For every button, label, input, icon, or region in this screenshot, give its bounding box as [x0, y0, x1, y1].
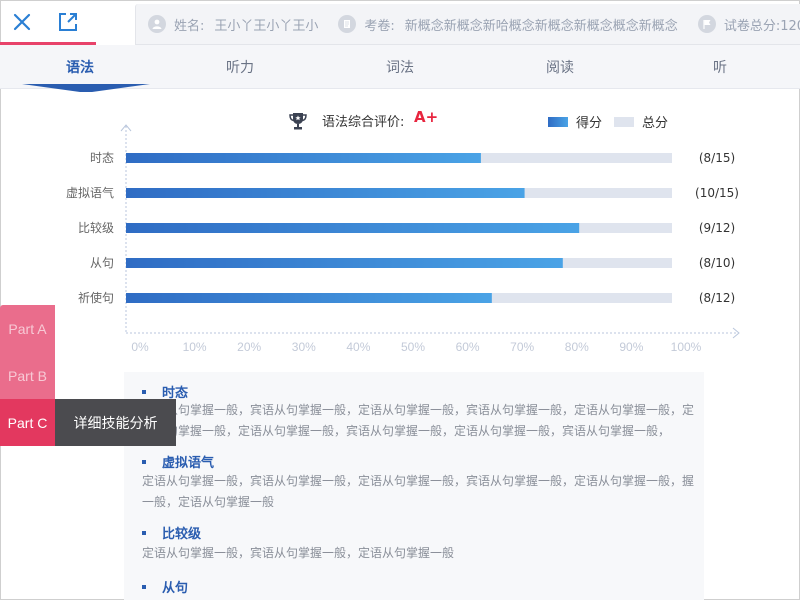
bullet-icon [142, 530, 146, 535]
category-label: 比较级 [78, 220, 114, 235]
x-tick-label: 80% [565, 340, 589, 354]
x-tick-label: 70% [510, 340, 534, 354]
part-c-button[interactable]: Part C [0, 399, 55, 446]
detail-title: 从句 [142, 577, 188, 596]
bar-score [126, 258, 563, 268]
detail-text: 定语从句掌握一般，宾语从句掌握一般，定语从句掌握一般，宾语从句掌握一般，定语从句… [142, 474, 695, 509]
x-tick-label: 50% [401, 340, 425, 354]
category-label: 虚拟语气 [66, 185, 114, 200]
part-rail: Part A Part B Part C [0, 305, 55, 446]
skill-details-panel: 时态 定语从句掌握一般，宾语从句掌握一般，定语从句掌握一般，宾语从句掌握一般，定… [124, 372, 704, 600]
category-label: 时态 [90, 151, 114, 165]
value-label: (8/15) [699, 151, 735, 165]
detail-title: 虚拟语气 [142, 452, 214, 471]
x-tick-label: 90% [619, 340, 643, 354]
grammar-bar-chart: 时态 (8/15) 虚拟语气 (10/15) 比较级 (9/12) 从句 (8/10) 祈使句 (… [66, 124, 740, 354]
x-tick-label: 20% [237, 340, 261, 354]
part-c-tooltip: 详细技能分析 [55, 399, 176, 446]
x-tick-label: 10% [183, 340, 207, 354]
detail-title: 比较级 [142, 523, 201, 542]
part-a-button[interactable]: Part A [0, 305, 55, 352]
bullet-icon [142, 389, 146, 394]
value-label: (10/15) [695, 186, 739, 200]
detail-title-text: 虚拟语气 [162, 456, 215, 471]
detail-title-text: 比较级 [162, 527, 202, 542]
x-tick-label: 30% [292, 340, 316, 354]
bar-score [126, 153, 481, 163]
value-label: (8/10) [699, 256, 735, 270]
part-b-button[interactable]: Part B [0, 352, 55, 399]
value-label: (8/12) [699, 291, 735, 305]
bar-score [126, 188, 525, 198]
value-label: (9/12) [699, 221, 735, 235]
category-label: 从句 [90, 256, 114, 270]
x-tick-label: 60% [456, 340, 480, 354]
bullet-icon [142, 459, 146, 464]
category-label: 祈使句 [78, 290, 114, 305]
bar-score [126, 223, 580, 233]
bullet-icon [142, 584, 146, 589]
x-tick-label: 40% [346, 340, 370, 354]
detail-title-text: 从句 [162, 581, 189, 596]
detail-text: 定语从句掌握一般，宾语从句掌握一般，定语从句掌握一般，宾语从句掌握一般，定语从句… [142, 403, 695, 438]
x-tick-label: 100% [671, 340, 702, 354]
bar-score [126, 293, 492, 303]
detail-text: 定语从句掌握一般，宾语从句掌握一般，定语从句掌握一般 [142, 546, 455, 560]
x-tick-label: 0% [131, 340, 149, 354]
